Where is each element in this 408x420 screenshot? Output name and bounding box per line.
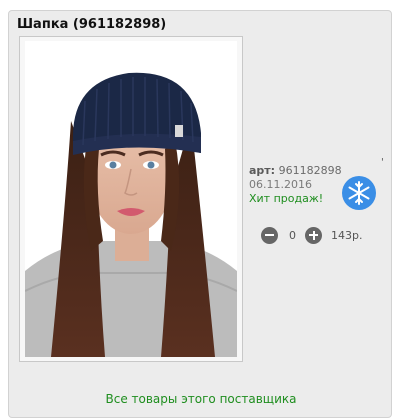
- article-value: 961182898: [278, 164, 342, 177]
- product-card: Шапка (961182898) ' арт: 961182898 06.11…: [8, 10, 392, 418]
- product-title: Шапка (961182898): [17, 17, 167, 32]
- model-wearing-beanie-image: [25, 41, 237, 357]
- quantity-value: 0: [289, 228, 296, 242]
- product-photo-frame[interactable]: [19, 36, 243, 362]
- price: 143р.: [331, 228, 363, 242]
- product-photo[interactable]: [25, 41, 237, 357]
- minus-icon[interactable]: [261, 226, 278, 244]
- snowflake-icon: [342, 176, 376, 210]
- plus-icon[interactable]: [305, 226, 322, 244]
- quantity-control: 0 143р.: [261, 225, 362, 245]
- supplier-products-link[interactable]: Все товары этого поставщика: [9, 392, 393, 406]
- article-label: арт:: [249, 164, 276, 177]
